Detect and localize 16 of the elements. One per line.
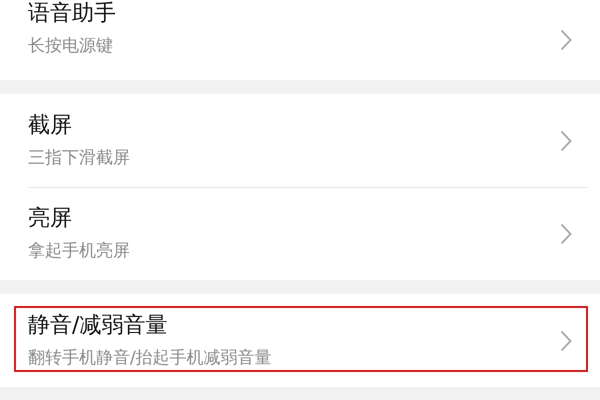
item-title: 截屏 [28, 112, 73, 140]
item-subtitle: 三指下滑截屏 [28, 147, 131, 169]
item-title: 静音/减弱音量 [28, 312, 168, 340]
item-title: 亮屏 [28, 205, 73, 233]
chevron-right-icon [560, 130, 572, 152]
chevron-right-icon [560, 222, 572, 244]
settings-item[interactable]: 静音/减弱音量 翻转手机静音/抬起手机减弱音量 [0, 294, 600, 387]
item-subtitle: 翻转手机静音/抬起手机减弱音量 [28, 347, 273, 369]
item-subtitle: 拿起手机亮屏 [28, 240, 131, 262]
item-title: 语音助手 [28, 0, 117, 28]
settings-item[interactable]: 亮屏 拿起手机亮屏 [0, 187, 600, 280]
settings-item[interactable]: 截屏 三指下滑截屏 [0, 94, 600, 187]
settings-item[interactable]: 语音助手 长按电源键 [0, 0, 600, 80]
chevron-right-icon [560, 330, 572, 352]
chevron-right-icon [560, 29, 572, 51]
item-subtitle: 长按电源键 [28, 34, 114, 56]
